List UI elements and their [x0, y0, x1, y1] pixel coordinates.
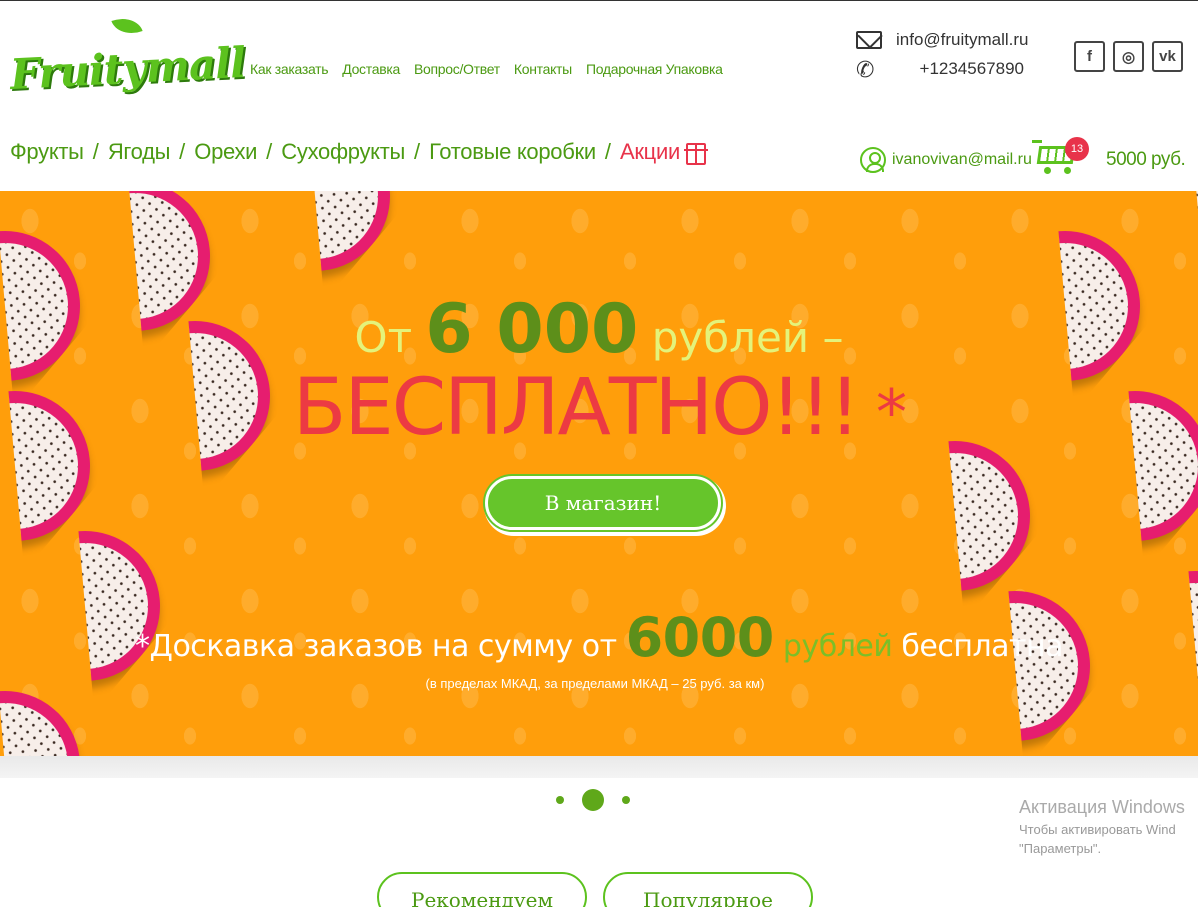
hero-free-word: БЕСПЛАТНО!!!: [292, 363, 860, 453]
hero-delivery-note: *Доскавка заказов на сумму от 6000 рубле…: [0, 606, 1198, 669]
category-dried-fruits[interactable]: Сухофрукты: [281, 139, 405, 165]
watermark-line-1: Чтобы активировать Wind: [1019, 822, 1176, 837]
social-links: f ◎ vk: [1074, 41, 1183, 72]
hero-headline-amount: 6 000: [425, 290, 639, 369]
category-gift-boxes[interactable]: Готовые коробки: [429, 139, 596, 165]
category-berries[interactable]: Ягоды: [108, 139, 171, 165]
hero-note-prefix: *Доскавка заказов на сумму от: [135, 629, 626, 664]
nav-delivery[interactable]: Доставка: [342, 61, 400, 77]
contact-phone[interactable]: +1234567890: [920, 59, 1024, 79]
hero-headline-suffix: рублей –: [638, 313, 844, 362]
tab-popular[interactable]: Популярное: [603, 872, 813, 907]
cart-wheel: [1064, 167, 1071, 174]
slider-dot-2[interactable]: [582, 789, 604, 811]
top-border: [0, 0, 1198, 1]
user-account[interactable]: ivanovivan@mail.ru: [860, 147, 1032, 173]
category-promotions[interactable]: Акции: [620, 139, 680, 165]
user-email: ivanovivan@mail.ru: [892, 151, 1032, 168]
shop-button[interactable]: В магазин!: [485, 476, 721, 530]
phone-icon: ✆: [856, 58, 875, 83]
hero-delivery-subnote: (в пределах МКАД, за пределами МКАД – 25…: [425, 676, 765, 691]
cart-handle: [1032, 140, 1042, 143]
product-tabs: Рекомендуем Популярное: [377, 872, 813, 907]
category-separator: /: [179, 139, 186, 164]
nav-contacts[interactable]: Контакты: [514, 61, 572, 77]
cart-total[interactable]: 5000 руб.: [1106, 149, 1186, 171]
top-nav: Как заказать Доставка Вопрос/Ответ Конта…: [250, 61, 723, 77]
hero-note-suffix: бесплатна: [892, 629, 1063, 664]
contact-block: info@fruitymall.ru ✆ +1234567890: [854, 30, 1030, 90]
category-fruits[interactable]: Фрукты: [10, 139, 84, 165]
slider-dots: [556, 789, 630, 811]
logo-text: Fruitymall: [8, 37, 247, 100]
gift-icon: [683, 143, 708, 165]
instagram-icon[interactable]: ◎: [1113, 41, 1144, 72]
hero-headline-prefix: От: [354, 313, 426, 362]
facebook-icon[interactable]: f: [1074, 41, 1105, 72]
tab-recommended[interactable]: Рекомендуем: [377, 872, 587, 907]
category-nav: Фрукты / Ягоды / Орехи / Сухофрукты / Го…: [10, 139, 708, 165]
watermark-title: Активация Windows: [1019, 797, 1185, 817]
nav-how-to-order[interactable]: Как заказать: [250, 61, 329, 77]
category-separator: /: [414, 139, 421, 164]
hero-headline: От 6 000 рублей –: [0, 290, 1198, 369]
slider-dot-1[interactable]: [556, 796, 564, 804]
mail-icon: [856, 31, 882, 49]
nav-gift-wrapping[interactable]: Подарочная Упаковка: [586, 61, 723, 77]
hero-free-star: *: [858, 376, 907, 449]
hero-note-rub: рублей: [773, 629, 893, 664]
category-nuts[interactable]: Орехи: [194, 139, 257, 165]
hero-banner: От 6 000 рублей – БЕСПЛАТНО!!! * В магаз…: [0, 191, 1198, 756]
contact-email[interactable]: info@fruitymall.ru: [896, 30, 1029, 50]
cart-count-badge: 13: [1065, 137, 1089, 161]
leaf-icon: [111, 12, 143, 40]
hero-free-text: БЕСПЛАТНО!!! *: [0, 363, 1198, 453]
logo[interactable]: Fruitymall: [9, 12, 246, 102]
nav-faq[interactable]: Вопрос/Ответ: [414, 61, 500, 77]
watermark-line-2: "Параметры".: [1019, 841, 1102, 856]
category-separator: /: [266, 139, 273, 164]
category-separator: /: [604, 139, 611, 164]
category-separator: /: [92, 139, 99, 164]
windows-activation-watermark: Активация Windows Чтобы активировать Win…: [1019, 797, 1185, 856]
cart-wheel: [1044, 167, 1051, 174]
vk-icon[interactable]: vk: [1152, 41, 1183, 72]
hero-shadow: [0, 756, 1198, 778]
hero-note-amount: 6000: [625, 606, 775, 669]
slider-dot-3[interactable]: [622, 796, 630, 804]
user-icon: [860, 147, 886, 173]
